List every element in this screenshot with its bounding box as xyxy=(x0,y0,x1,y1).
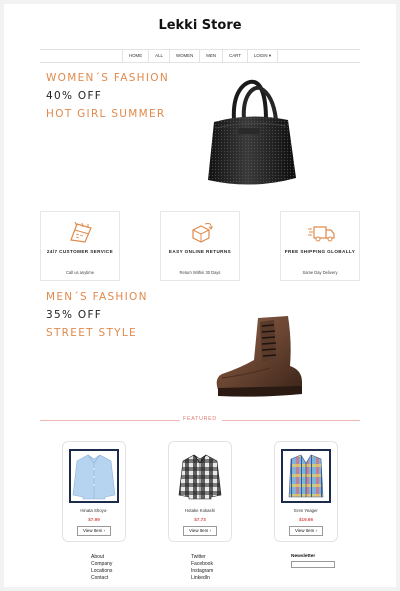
product-price: $7.99 xyxy=(88,517,100,522)
newsletter: Newsletter xyxy=(291,554,335,568)
boot-image[interactable] xyxy=(210,312,306,400)
footer-link-locations[interactable]: Locations xyxy=(91,568,112,575)
product-card[interactable]: Eren Yeager $19.66 View Item › xyxy=(274,441,338,542)
newsletter-input[interactable] xyxy=(291,561,335,568)
feature-online-returns: EASY ONLINE RETURNS Return Within 30 Day… xyxy=(160,211,240,281)
feature-subtitle: Call us anytime xyxy=(66,270,94,275)
product-image[interactable] xyxy=(175,449,225,503)
store-brand[interactable]: Lekki Store xyxy=(4,18,396,33)
return-box-icon xyxy=(192,223,213,243)
product-card[interactable]: Hotake Kokashi $7.73 View Item › xyxy=(168,441,232,542)
nav-men[interactable]: MEN xyxy=(199,50,222,62)
featured-divider-right xyxy=(222,420,360,421)
main-nav: HOME ALL WOMEN MEN CART LOGIN ▾ xyxy=(40,49,360,63)
feature-subtitle: Same Day Delivery xyxy=(302,270,338,275)
product-name: Hotake Kokashi xyxy=(184,508,216,513)
footer-social-links: Twitter Facebook Instagram LinkedIn xyxy=(191,554,213,582)
nav-login-dropdown[interactable]: LOGIN ▾ xyxy=(246,50,279,62)
promo-discount: 35% OFF xyxy=(46,309,103,321)
plaid-dress-shirt-icon xyxy=(288,454,324,498)
product-price: $7.73 xyxy=(194,517,206,522)
footer-link-twitter[interactable]: Twitter xyxy=(191,554,213,561)
women-promo: WOMEN´S FASHION 40% OFF HOT GIRL SUMMER xyxy=(46,69,169,123)
product-card[interactable]: Hinata Shoyo- $7.99 View Item › xyxy=(62,441,126,542)
product-name: Hinata Shoyo- xyxy=(80,508,108,513)
promo-tagline: STREET STYLE xyxy=(46,327,137,339)
view-item-button[interactable]: View Item › xyxy=(183,526,217,536)
product-price: $19.66 xyxy=(298,517,314,522)
nav-cart[interactable]: CART xyxy=(222,50,247,62)
promo-tagline: HOT GIRL SUMMER xyxy=(46,108,166,120)
calendar-icon xyxy=(70,221,92,243)
product-image[interactable] xyxy=(281,449,331,503)
feature-title: FREE SHIPPING GLOBALLY xyxy=(284,249,356,254)
plaid-shirt-icon xyxy=(178,454,222,500)
men-promo: MEN´S FASHION 35% OFF STREET STYLE xyxy=(46,288,148,342)
feature-free-shipping: FREE SHIPPING GLOBALLY Same Day Delivery xyxy=(280,211,360,281)
view-item-button[interactable]: View Item › xyxy=(289,526,323,536)
page: Lekki Store HOME ALL WOMEN MEN CART LOGI… xyxy=(4,4,396,587)
feature-title: EASY ONLINE RETURNS xyxy=(168,249,232,254)
nav-all[interactable]: ALL xyxy=(148,50,169,62)
nav-women[interactable]: WOMEN xyxy=(168,50,199,62)
delivery-truck-icon xyxy=(308,226,335,242)
footer-company-links: About Company Locations Contact xyxy=(91,554,112,582)
product-image[interactable] xyxy=(69,449,119,503)
view-item-button[interactable]: View Item › xyxy=(77,526,111,536)
footer-link-company[interactable]: Company xyxy=(91,561,112,568)
promo-category: WOMEN´S FASHION xyxy=(46,72,169,84)
footer-link-about[interactable]: About xyxy=(91,554,112,561)
footer-link-facebook[interactable]: Facebook xyxy=(191,561,213,568)
product-name: Eren Yeager xyxy=(294,508,318,513)
handbag-image[interactable] xyxy=(196,78,304,192)
promo-discount: 40% OFF xyxy=(46,90,103,102)
footer-link-contact[interactable]: Contact xyxy=(91,575,112,582)
newsletter-label: Newsletter xyxy=(291,554,316,559)
nav-home[interactable]: HOME xyxy=(121,50,148,62)
feature-subtitle: Return Within 30 Days xyxy=(179,270,221,275)
footer-link-linkedin[interactable]: LinkedIn xyxy=(191,575,213,582)
footer-link-instagram[interactable]: Instagram xyxy=(191,568,213,575)
featured-heading: FEATURED xyxy=(183,416,217,422)
blue-shirt-icon xyxy=(72,454,116,500)
feature-customer-service: 24/7 CUSTOMER SERVICE Call us anytime xyxy=(40,211,120,281)
promo-category: MEN´S FASHION xyxy=(46,291,148,303)
feature-title: 24/7 CUSTOMER SERVICE xyxy=(46,249,114,254)
